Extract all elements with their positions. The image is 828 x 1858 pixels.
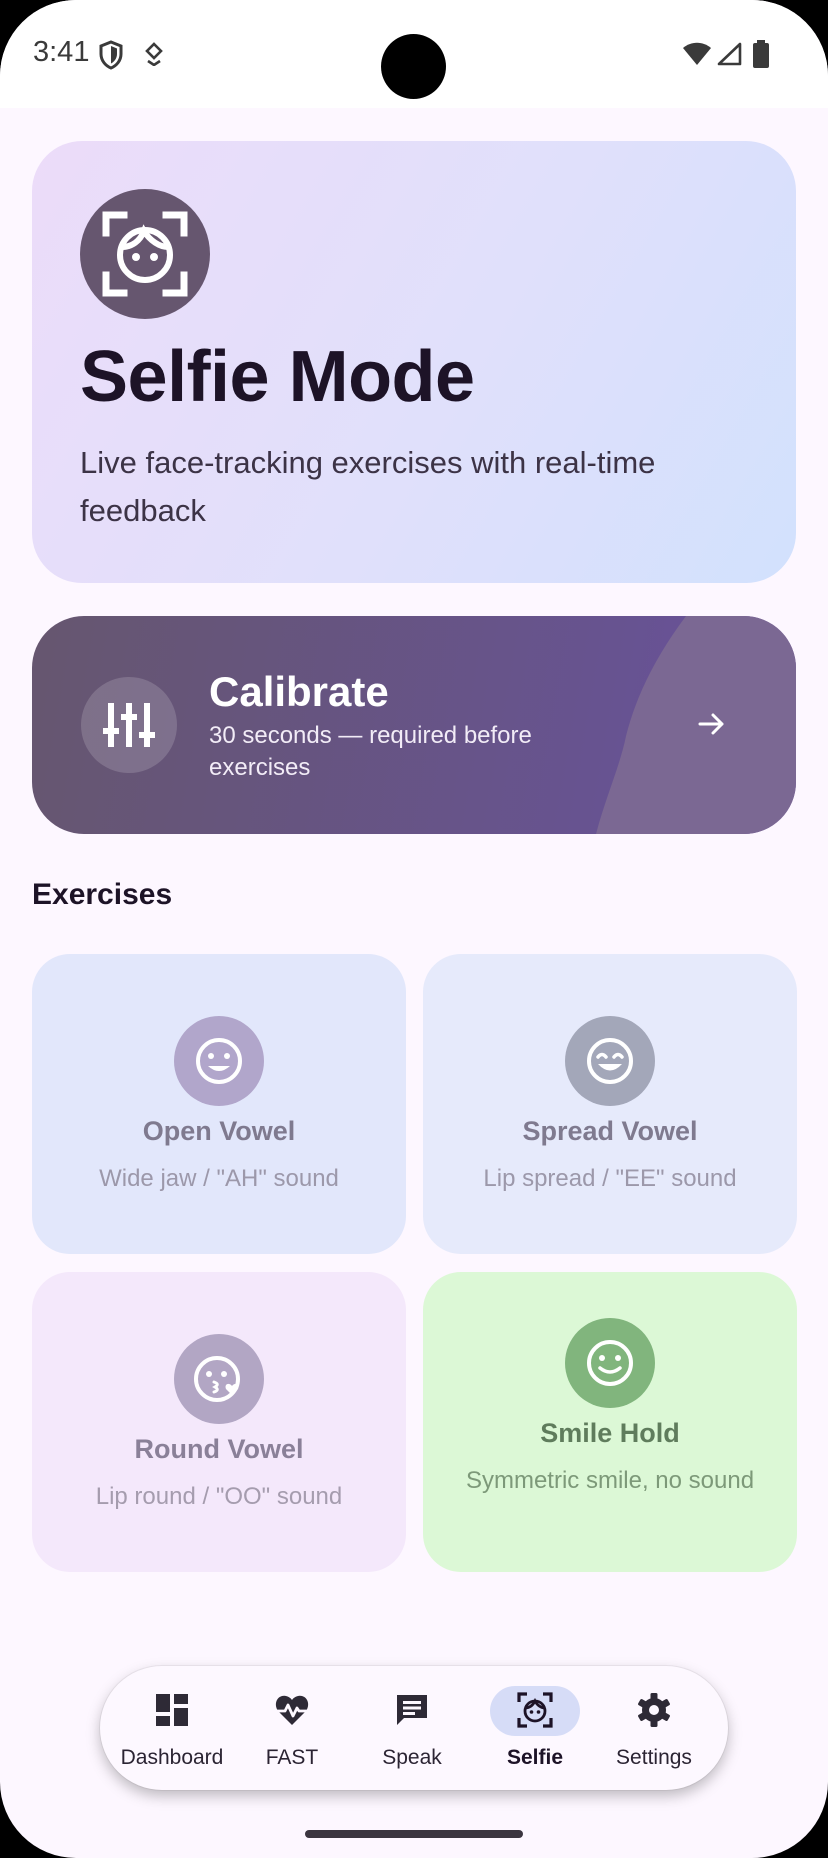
exercise-subtitle: Lip spread / "EE" sound [483, 1165, 737, 1192]
exercise-icon-container [565, 1318, 655, 1408]
gear-icon [638, 1693, 670, 1727]
location-diamond-icon [145, 42, 163, 66]
exercise-title: Spread Vowel [522, 1116, 698, 1146]
nav-item-speak[interactable]: Speak [352, 1666, 472, 1790]
sliders-icon [103, 703, 155, 747]
home-indicator[interactable] [305, 1830, 523, 1838]
battery-icon [753, 40, 769, 68]
section-title-exercises: Exercises [32, 878, 173, 911]
smile-icon [196, 1038, 242, 1084]
exercise-card-open-vowel[interactable]: Open Vowel Wide jaw / "AH" sound [32, 954, 406, 1254]
exercise-icon-container [174, 1016, 264, 1106]
status-time: 3:41 [33, 36, 90, 68]
dashboard-icon [156, 1694, 188, 1726]
grin-icon [587, 1038, 633, 1084]
heart-pulse-icon [274, 1695, 310, 1725]
calibrate-icon-container [81, 677, 177, 773]
nav-label: Settings [616, 1746, 692, 1769]
kiss-icon [194, 1356, 240, 1402]
exercise-subtitle: Symmetric smile, no sound [465, 1467, 755, 1494]
exercise-icon-container [565, 1016, 655, 1106]
exercise-card-spread-vowel[interactable]: Spread Vowel Lip spread / "EE" sound [423, 954, 797, 1254]
calibrate-title: Calibrate [209, 668, 389, 715]
exercise-title: Smile Hold [540, 1418, 680, 1448]
calibrate-subtitle: 30 seconds — required before exercises [209, 722, 532, 781]
smile-icon [587, 1340, 633, 1386]
nav-item-fast[interactable]: FAST [232, 1666, 352, 1790]
exercise-subtitle: Wide jaw / "AH" sound [99, 1165, 339, 1192]
nav-label: FAST [265, 1746, 319, 1769]
chat-icon [397, 1695, 427, 1725]
nav-item-selfie[interactable]: Selfie [475, 1666, 595, 1790]
nav-item-dashboard[interactable]: Dashboard [112, 1666, 232, 1790]
exercise-subtitle: Lip round / "OO" sound [95, 1483, 343, 1510]
arrow-right-icon [698, 713, 724, 735]
page-subtitle: Live face-tracking exercises with real-t… [80, 445, 656, 528]
phone-screen: 3:41 Selfie Mode Live face-tracking exer… [0, 0, 828, 1858]
exercise-card-round-vowel[interactable]: Round Vowel Lip round / "OO" sound [32, 1272, 406, 1572]
selfie-mode-hero-card: Selfie Mode Live face-tracking exercises… [32, 141, 796, 583]
cellular-signal-icon [717, 42, 742, 66]
nav-label: Dashboard [120, 1746, 224, 1769]
page-title: Selfie Mode [80, 337, 475, 417]
exercise-title: Open Vowel [142, 1116, 296, 1146]
calibrate-button[interactable]: Calibrate 30 seconds — required before e… [32, 616, 796, 834]
shield-icon [99, 40, 123, 70]
exercise-icon-container [174, 1334, 264, 1424]
nav-item-settings[interactable]: Settings [594, 1666, 714, 1790]
front-camera [381, 34, 446, 99]
bottom-navigation: Dashboard FAST Speak Selfie Settings [100, 1666, 728, 1790]
face-scan-icon [102, 211, 188, 297]
wifi-icon [683, 42, 711, 65]
exercise-title: Round Vowel [134, 1434, 304, 1464]
nav-label: Speak [382, 1746, 442, 1769]
face-scan-icon [517, 1692, 553, 1728]
hero-icon-container [80, 189, 210, 319]
nav-label: Selfie [506, 1746, 564, 1769]
status-bar: 3:41 [0, 0, 828, 108]
exercise-card-smile-hold[interactable]: Smile Hold Symmetric smile, no sound [423, 1272, 797, 1572]
